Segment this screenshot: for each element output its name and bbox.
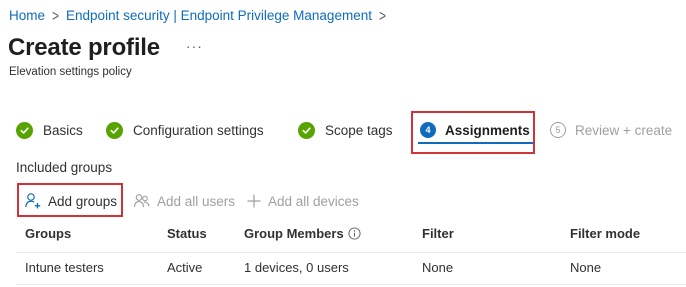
cell-filter: None — [422, 260, 454, 275]
breadcrumb-section-link[interactable]: Endpoint security | Endpoint Privilege M… — [66, 8, 372, 23]
add-group-icon — [24, 192, 42, 210]
check-icon — [298, 121, 315, 139]
column-header-filter[interactable]: Filter — [422, 226, 454, 241]
page-subtitle: Elevation settings policy — [9, 66, 132, 78]
add-all-users-button[interactable]: Add all users — [133, 190, 235, 212]
breadcrumb-separator: > — [378, 6, 386, 25]
step-basics[interactable]: Basics — [16, 112, 83, 148]
breadcrumb: Home > Endpoint security | Endpoint Priv… — [9, 6, 393, 25]
cell-group-members: 1 devices, 0 users — [244, 260, 349, 275]
breadcrumb-separator: > — [52, 6, 60, 25]
check-icon — [16, 121, 33, 139]
more-actions-button[interactable]: ··· — [186, 38, 203, 54]
step-label: Basics — [43, 122, 83, 138]
groups-table-header: Groups Status Group Members Filter Filte… — [16, 226, 686, 244]
step-label: Review + create — [575, 122, 673, 138]
table-divider — [16, 252, 686, 253]
plus-icon — [246, 193, 262, 209]
table-divider — [16, 284, 686, 285]
included-groups-label: Included groups — [16, 160, 113, 175]
check-icon — [106, 121, 123, 139]
step-label: Configuration settings — [133, 122, 264, 138]
add-groups-label: Add groups — [48, 193, 118, 209]
step-label: Scope tags — [325, 122, 393, 138]
highlight-box-assignments — [411, 111, 535, 154]
info-icon[interactable] — [348, 227, 361, 240]
cell-group: Intune testers — [25, 260, 104, 275]
column-header-groups[interactable]: Groups — [25, 226, 71, 241]
step-scope-tags[interactable]: Scope tags — [298, 112, 393, 148]
add-all-devices-label: Add all devices — [268, 193, 359, 209]
column-header-status[interactable]: Status — [167, 226, 207, 241]
step-review-create[interactable]: 5 Review + create — [550, 112, 672, 148]
column-header-label: Group Members — [244, 226, 344, 241]
step-configuration-settings[interactable]: Configuration settings — [106, 112, 264, 148]
wizard-steps: Basics Configuration settings Scope tags… — [0, 112, 686, 148]
add-users-icon — [133, 192, 151, 210]
title-row: Create profile ··· — [8, 34, 203, 62]
breadcrumb-home-link[interactable]: Home — [9, 8, 45, 23]
table-row[interactable]: Intune testers Active 1 devices, 0 users… — [16, 260, 686, 280]
cell-status: Active — [167, 260, 203, 275]
page-title: Create profile — [8, 34, 160, 61]
cell-filter-mode: None — [570, 260, 602, 275]
add-all-devices-button[interactable]: Add all devices — [246, 190, 359, 212]
add-all-users-label: Add all users — [157, 193, 236, 209]
column-header-filter-mode[interactable]: Filter mode — [570, 226, 640, 241]
add-groups-button[interactable]: Add groups — [24, 190, 117, 212]
column-header-group-members[interactable]: Group Members — [244, 226, 361, 241]
step-number-badge: 5 — [550, 122, 566, 138]
